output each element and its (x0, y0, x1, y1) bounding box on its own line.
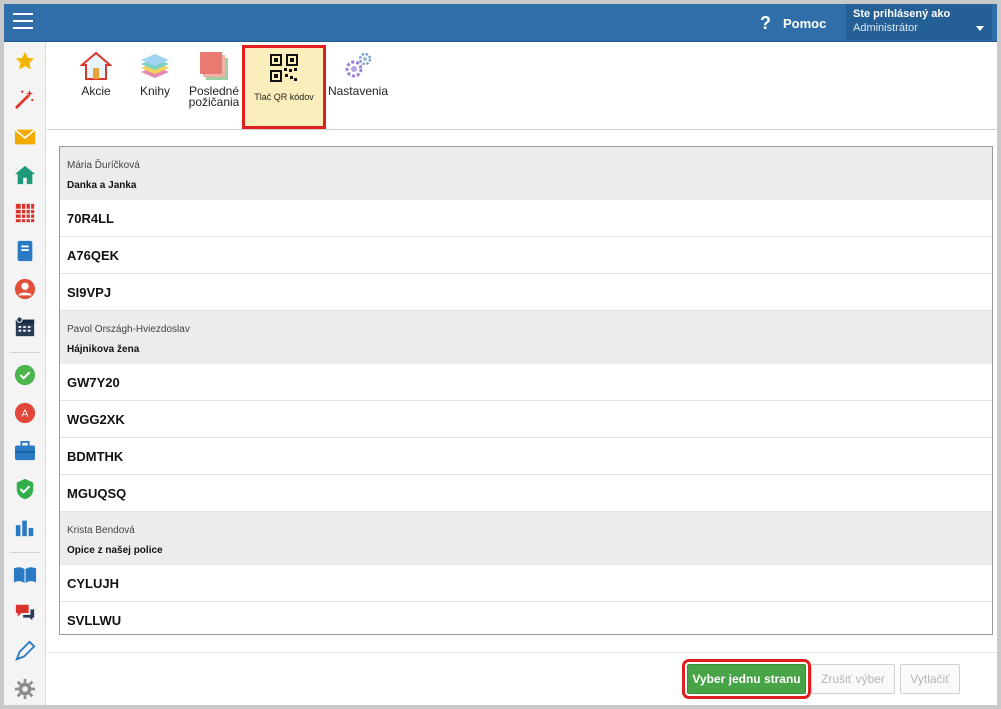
help-question-icon: ? (760, 12, 771, 33)
user-name: Administrátor (853, 22, 918, 34)
print-button[interactable]: Vytlačiť (900, 664, 960, 694)
app-window: ? Pomoc Ste prihlásený ako Administrátor (4, 4, 997, 705)
book-group-header: Mária Ďuríčková Danka a Janka (60, 147, 992, 200)
help-link[interactable]: ? Pomoc (760, 11, 826, 35)
home-icon[interactable] (12, 162, 38, 188)
briefcase-icon[interactable] (12, 438, 38, 464)
books-stack-icon (139, 50, 171, 82)
tool-posledne-pozicania[interactable]: Posledné požičania (183, 50, 245, 120)
schedule-icon[interactable] (12, 314, 38, 340)
book-author: Krista Bendová (67, 525, 135, 536)
book-group-header: Pavol Országh-Hviezdoslav Hájnikova žena (60, 311, 992, 364)
tool-tlac-qr-kodov[interactable]: Tlač QR kódov (242, 45, 326, 129)
table-row[interactable]: SI9VPJ (60, 274, 992, 311)
top-bar: ? Pomoc Ste prihlásený ako Administrátor (4, 4, 997, 42)
tool-nastavenia[interactable]: Nastavenia (325, 50, 391, 110)
house-icon (79, 50, 113, 82)
book-group-header: Krista Bendová Opice z našej police (60, 512, 992, 565)
qr-code-icon (270, 54, 298, 82)
sidebar: A (4, 42, 46, 705)
menu-hamburger-icon[interactable] (13, 13, 33, 31)
chevron-down-icon (976, 26, 984, 31)
module-toolbar: Akcie Knihy Posledné požičania Tlač QR k… (47, 42, 997, 130)
magic-wand-icon[interactable] (12, 86, 38, 112)
svg-text:A: A (22, 409, 29, 420)
tool-label: Akcie (81, 84, 111, 98)
table-row[interactable]: BDMTHK (60, 438, 992, 475)
table-row[interactable]: SVLLWU (60, 602, 992, 634)
grade-icon[interactable]: A (12, 400, 38, 426)
table-row[interactable]: MGUQSQ (60, 475, 992, 512)
book-title: Hájnikova žena (67, 344, 140, 355)
calendar-grid-icon[interactable] (12, 200, 38, 226)
table-row[interactable]: GW7Y20 (60, 364, 992, 401)
tool-akcie[interactable]: Akcie (65, 50, 127, 110)
help-label: Pomoc (783, 15, 827, 31)
table-row[interactable]: 70R4LL (60, 200, 992, 237)
qr-code-table: Mária Ďuríčková Danka a Janka 70R4LL A76… (59, 146, 993, 635)
tool-label: Tlač QR kódov (254, 92, 314, 102)
user-circle-icon[interactable] (12, 276, 38, 302)
envelope-icon[interactable] (12, 124, 38, 150)
tool-label-line2: požičania (188, 95, 240, 109)
book-author: Mária Ďuríčková (67, 160, 140, 171)
tool-label: Knihy (139, 84, 171, 98)
tool-label: Nastavenia (327, 84, 389, 98)
table-row[interactable]: WGG2XK (60, 401, 992, 438)
user-menu[interactable]: Ste prihlásený ako Administrátor (846, 4, 992, 40)
select-page-button[interactable]: Vyber jednu stranu (682, 659, 811, 699)
pen-icon[interactable] (12, 638, 38, 664)
book-author: Pavol Országh-Hviezdoslav (67, 324, 190, 335)
notebook-icon[interactable] (12, 238, 38, 264)
check-badge-icon[interactable] (12, 362, 38, 388)
footer-divider (47, 652, 997, 653)
star-icon[interactable] (12, 48, 38, 74)
table-row[interactable]: CYLUJH (60, 565, 992, 602)
chat-icon[interactable] (12, 600, 38, 626)
user-caption: Ste prihlásený ako (853, 8, 951, 20)
book-title: Opice z našej police (67, 545, 163, 556)
layers-icon (198, 50, 230, 82)
cancel-selection-button[interactable]: Zrušiť výber (811, 664, 895, 694)
tool-knihy[interactable]: Knihy (129, 50, 181, 110)
shield-icon[interactable] (12, 476, 38, 502)
book-title: Danka a Janka (67, 180, 137, 191)
gear-icon[interactable] (12, 676, 38, 702)
table-row[interactable]: A76QEK (60, 237, 992, 274)
gears-icon (342, 50, 374, 82)
bar-chart-icon[interactable] (12, 514, 38, 540)
open-book-icon[interactable] (12, 562, 38, 588)
